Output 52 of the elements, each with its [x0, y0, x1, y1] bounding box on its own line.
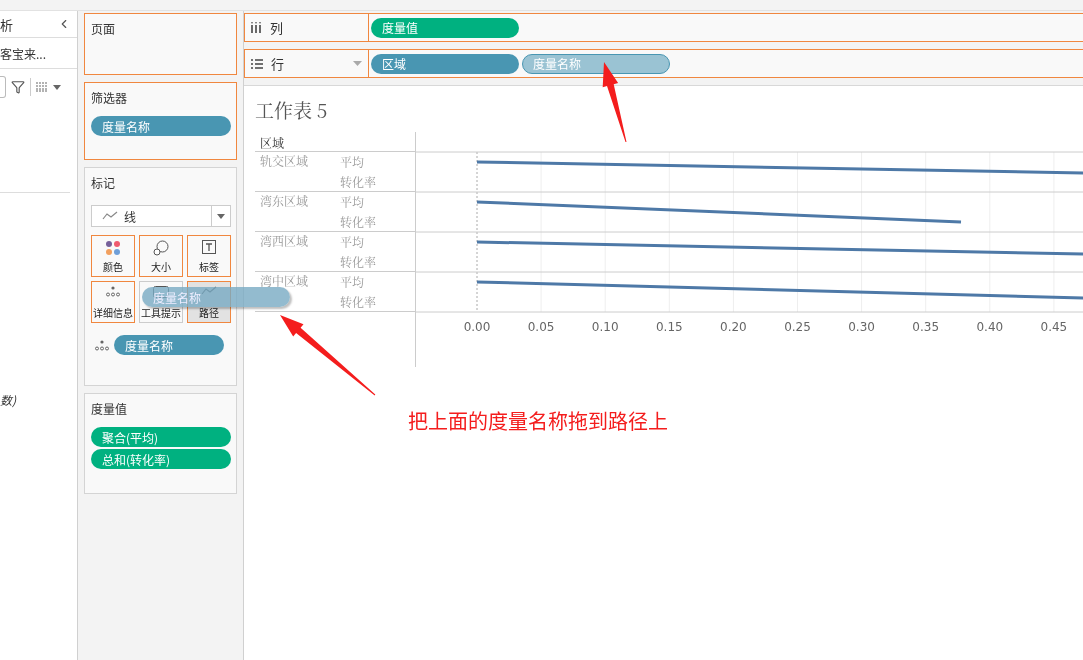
measure-label: 转化率	[340, 292, 376, 312]
measure-label: 转化率	[340, 252, 376, 272]
field-item[interactable]: 数)	[0, 391, 17, 408]
axis-tick-label: 0.10	[591, 320, 619, 334]
mark-type-dropdown[interactable]: 线	[91, 205, 231, 227]
axis-tick-label: 0.25	[784, 320, 811, 334]
axis-tick-label: 0.20	[720, 320, 747, 334]
measure-label: 平均	[340, 192, 365, 212]
data-source-name[interactable]: 客宝来...	[0, 44, 46, 62]
measure-label: 转化率	[340, 172, 376, 192]
text-label-icon	[202, 240, 216, 254]
measure-label: 转化率	[340, 212, 376, 232]
filter-icon[interactable]	[11, 80, 25, 94]
region-label: 湾东区域	[259, 192, 309, 211]
pane-title: 析	[0, 14, 13, 34]
annotation-text: 把上面的度量名称拖到路径上	[408, 406, 668, 435]
card-title: 页面	[91, 20, 116, 37]
axis-tick-label: 0.05	[527, 320, 555, 334]
color-dots-icon	[105, 240, 121, 256]
mark-property-button[interactable]: 详细信息	[91, 281, 135, 323]
axis-tick-label: 0.30	[848, 320, 875, 334]
row-header-title: 区域	[255, 132, 415, 152]
axis-tick-label: 0.35	[912, 320, 940, 334]
measure-label: 平均	[340, 232, 365, 252]
axis-tick-label: 0.45	[1040, 320, 1068, 334]
list-view-icon[interactable]	[36, 82, 48, 92]
region-label: 湾西区域	[259, 232, 309, 251]
shelf-label: 列	[270, 18, 283, 37]
shelf-label: 行	[271, 54, 284, 73]
measure-label: 平均	[340, 272, 365, 292]
size-circles-icon	[153, 240, 169, 256]
card-title: 度量值	[91, 400, 128, 417]
card-title: 筛选器	[91, 89, 128, 106]
mark-property-button[interactable]: 大小	[139, 235, 183, 277]
line-mark-icon	[102, 211, 118, 221]
axis-tick-label: 0.15	[655, 320, 683, 334]
axis-tick-label: 0.40	[976, 320, 1004, 334]
detail-icon	[95, 339, 109, 351]
mark-property-button[interactable]: 标签	[187, 235, 231, 277]
caret-icon	[217, 213, 225, 219]
axis-tick-label: 0.00	[463, 320, 491, 334]
rows-icon	[251, 58, 263, 69]
search-field[interactable]	[0, 76, 6, 98]
card-title: 标记	[91, 174, 116, 191]
caret-icon[interactable]	[353, 61, 362, 66]
mark-property-button[interactable]: 颜色	[91, 235, 135, 277]
detail-icon	[106, 286, 120, 297]
caret-icon	[53, 84, 61, 90]
columns-icon	[251, 22, 262, 33]
worksheet-title: 工作表 5	[255, 96, 329, 125]
region-label: 轨交区域	[259, 152, 309, 171]
measure-label: 平均	[340, 152, 365, 172]
